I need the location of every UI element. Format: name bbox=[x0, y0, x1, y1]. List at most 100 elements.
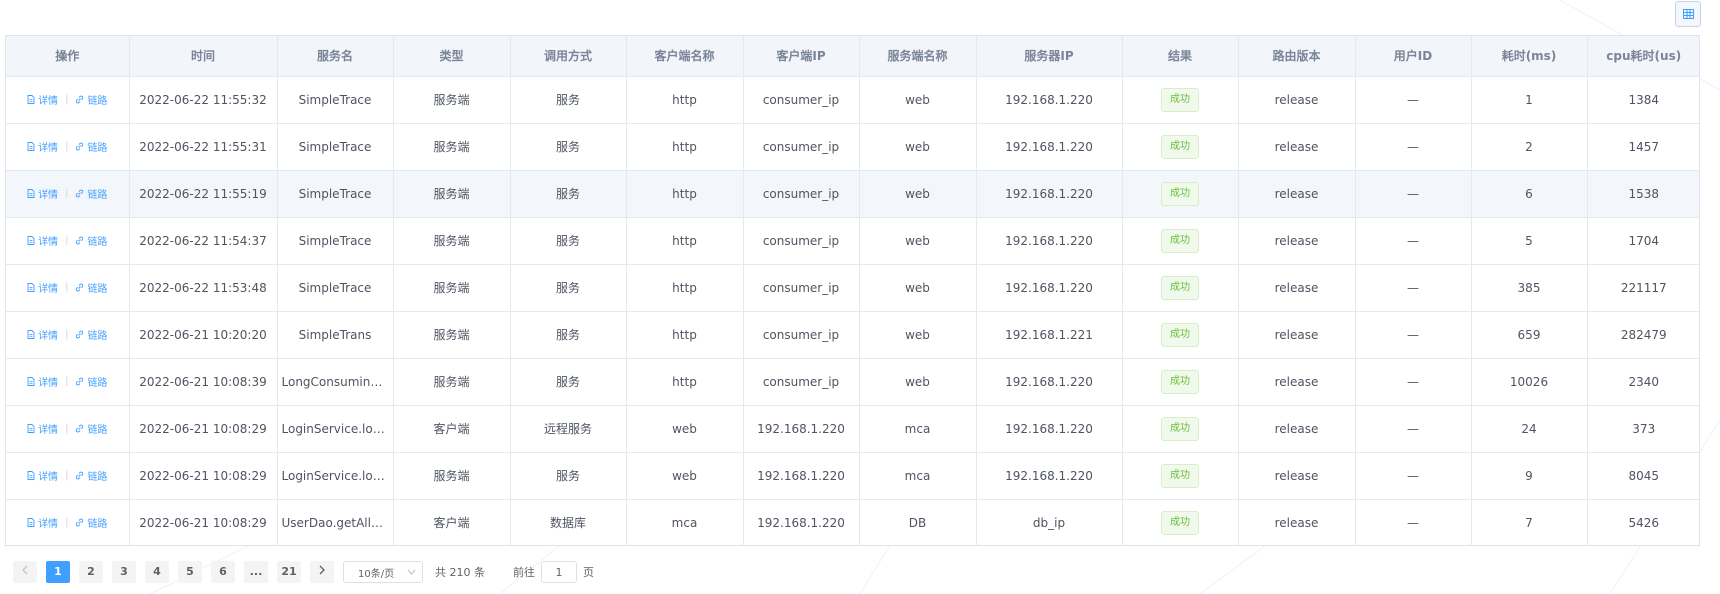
cell-time: 2022-06-21 10:08:29 bbox=[129, 499, 278, 545]
cell-client-ip: 192.168.1.220 bbox=[743, 452, 860, 500]
trace-link[interactable]: 链路 bbox=[75, 374, 107, 389]
trace-link[interactable]: 链路 bbox=[75, 327, 107, 342]
page-number-button[interactable]: 5 bbox=[178, 561, 202, 583]
detail-link[interactable]: 详情 bbox=[27, 421, 58, 436]
page-size-select[interactable]: 10条/页 bbox=[343, 561, 423, 583]
trace-link[interactable]: 链路 bbox=[75, 515, 107, 530]
column-header: 服务端名称 bbox=[859, 36, 977, 77]
cell-service: SimpleTrace bbox=[277, 76, 394, 124]
table-row[interactable]: 详情 | 链路 2022-06-21 10:08:29 LoginService.log… bbox=[6, 405, 1699, 453]
trace-label: 链路 bbox=[87, 519, 108, 531]
cell-service: SimpleTrace bbox=[277, 217, 394, 265]
page-number-button[interactable]: 2 bbox=[79, 561, 103, 583]
link-icon bbox=[76, 95, 84, 104]
page-number-button[interactable]: 3 bbox=[112, 561, 136, 583]
cell-result: 成功 bbox=[1122, 405, 1239, 453]
detail-link[interactable]: 详情 bbox=[27, 92, 58, 107]
table-row[interactable]: 详情 | 链路 2022-06-21 10:08:29 UserDao.getAllU.… bbox=[6, 499, 1699, 545]
cell-type: 服务端 bbox=[393, 76, 511, 124]
status-badge: 成功 bbox=[1161, 228, 1199, 253]
page-number-button[interactable]: 21 bbox=[277, 561, 301, 583]
trace-link[interactable]: 链路 bbox=[75, 186, 107, 201]
cell-result: 成功 bbox=[1122, 264, 1239, 312]
page-number-button[interactable]: 6 bbox=[211, 561, 235, 583]
cell-route: release bbox=[1238, 76, 1356, 124]
cell-client-ip: consumer_ip bbox=[743, 311, 860, 359]
detail-link[interactable]: 详情 bbox=[27, 186, 58, 201]
detail-link[interactable]: 详情 bbox=[27, 139, 58, 154]
cell-user-id: — bbox=[1355, 76, 1472, 124]
cell-server-name: web bbox=[859, 123, 977, 171]
trace-link[interactable]: 链路 bbox=[75, 139, 107, 154]
cell-client-name: web bbox=[626, 452, 744, 500]
detail-link[interactable]: 详情 bbox=[27, 327, 58, 342]
cell-result: 成功 bbox=[1122, 123, 1239, 171]
cell-route: release bbox=[1238, 264, 1356, 312]
cell-route: release bbox=[1238, 405, 1356, 453]
cell-server-ip: 192.168.1.220 bbox=[976, 358, 1123, 406]
cell-user-id: — bbox=[1355, 311, 1472, 359]
ops-cell: 详情 | 链路 bbox=[6, 123, 130, 171]
cell-cost: 1 bbox=[1471, 76, 1588, 124]
document-icon bbox=[27, 377, 35, 386]
trace-link[interactable]: 链路 bbox=[75, 92, 107, 107]
link-icon bbox=[76, 142, 84, 151]
page-number-button[interactable]: 4 bbox=[145, 561, 169, 583]
cell-service: SimpleTrace bbox=[277, 123, 394, 171]
cell-time: 2022-06-22 11:55:32 bbox=[129, 76, 278, 124]
document-icon bbox=[27, 471, 35, 480]
trace-link[interactable]: 链路 bbox=[75, 468, 107, 483]
detail-label: 详情 bbox=[38, 472, 59, 483]
document-icon bbox=[27, 95, 35, 104]
cell-call: 服务 bbox=[510, 170, 627, 218]
column-settings-button[interactable] bbox=[1675, 1, 1701, 27]
trace-link[interactable]: 链路 bbox=[75, 280, 107, 295]
trace-table: 操作 时间 服务名 类型 调用方式 客户端名称 客户端IP 服务端名称 服务器IP 结果 路由版本用… bbox=[5, 35, 1700, 546]
detail-link[interactable]: 详情 bbox=[27, 515, 58, 530]
link-icon bbox=[76, 236, 84, 245]
table-row[interactable]: 详情 | 链路 2022-06-21 10:08:39 LongConsuming...… bbox=[6, 358, 1699, 406]
table-row[interactable]: 详情 | 链路 2022-06-22 11:55:31 SimpleTrace 服务端 服务… bbox=[6, 123, 1699, 171]
cell-route: release bbox=[1238, 358, 1356, 406]
table-row[interactable]: 详情 | 链路 2022-06-21 10:08:29 LoginService.log… bbox=[6, 452, 1699, 500]
column-header: 路由版本 bbox=[1238, 36, 1356, 77]
document-icon bbox=[27, 142, 35, 151]
detail-link[interactable]: 详情 bbox=[27, 374, 58, 389]
ops-divider: | bbox=[65, 282, 69, 293]
cell-server-name: web bbox=[859, 170, 977, 218]
table-row[interactable]: 详情 | 链路 2022-06-21 10:20:20 SimpleTrans 服务端 服务… bbox=[6, 311, 1699, 359]
table-row[interactable]: 详情 | 链路 2022-06-22 11:54:37 SimpleTrace 服务端 服务… bbox=[6, 217, 1699, 265]
prev-page-button[interactable] bbox=[13, 561, 37, 583]
cell-server-name: DB bbox=[859, 499, 977, 545]
column-header: 操作 bbox=[6, 36, 130, 77]
page-number-button[interactable]: 1 bbox=[46, 561, 70, 583]
cell-cpu: 373 bbox=[1587, 405, 1699, 453]
detail-link[interactable]: 详情 bbox=[27, 233, 58, 248]
table-row[interactable]: 详情 | 链路 2022-06-22 11:55:32 SimpleTrace 服务端 服务… bbox=[6, 76, 1699, 124]
status-badge: 成功 bbox=[1161, 322, 1199, 347]
trace-link[interactable]: 链路 bbox=[75, 421, 107, 436]
trace-label: 链路 bbox=[87, 96, 108, 107]
cell-cost: 9 bbox=[1471, 452, 1588, 500]
detail-link[interactable]: 详情 bbox=[27, 468, 58, 483]
cell-type: 服务端 bbox=[393, 170, 511, 218]
cell-service: LoginService.login bbox=[277, 452, 394, 500]
cell-cpu: 8045 bbox=[1587, 452, 1699, 500]
trace-label: 链路 bbox=[87, 472, 108, 483]
cell-server-name: mca bbox=[859, 405, 977, 453]
ops-divider: | bbox=[65, 329, 69, 340]
goto-page-input[interactable] bbox=[541, 561, 577, 583]
detail-link[interactable]: 详情 bbox=[27, 280, 58, 295]
table-row[interactable]: 详情 | 链路 2022-06-22 11:55:19 SimpleTrace 服务端 服务… bbox=[6, 170, 1699, 218]
cell-cost: 7 bbox=[1471, 499, 1588, 545]
cell-client-name: http bbox=[626, 358, 744, 406]
table-row[interactable]: 详情 | 链路 2022-06-22 11:53:48 SimpleTrace 服务端 服务… bbox=[6, 264, 1699, 312]
cell-server-ip: 192.168.1.220 bbox=[976, 452, 1123, 500]
trace-link[interactable]: 链路 bbox=[75, 233, 107, 248]
next-page-button[interactable] bbox=[310, 561, 334, 583]
cell-cost: 2 bbox=[1471, 123, 1588, 171]
cell-result: 成功 bbox=[1122, 76, 1239, 124]
cell-client-name: http bbox=[626, 76, 744, 124]
cell-client-ip: consumer_ip bbox=[743, 123, 860, 171]
more-pages-button[interactable]: ... bbox=[244, 561, 268, 583]
